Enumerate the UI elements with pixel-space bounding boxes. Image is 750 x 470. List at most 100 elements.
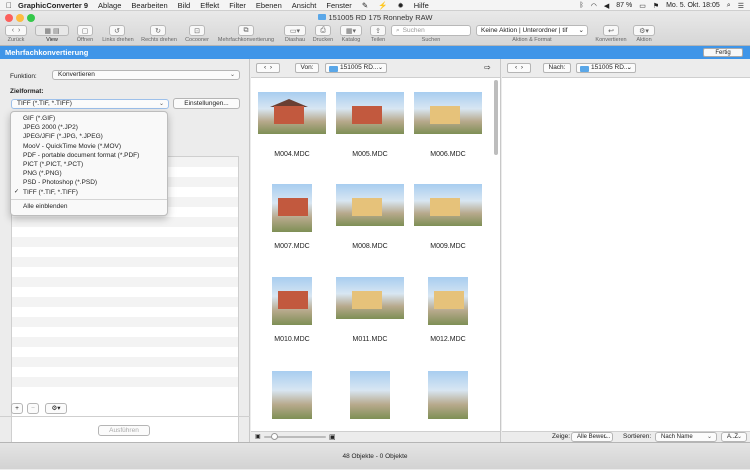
gear-menu-button[interactable]: ⚙▾: [45, 403, 67, 414]
status-fire-icon[interactable]: ✹: [397, 1, 403, 10]
thumbnail[interactable]: RAW: [336, 277, 404, 325]
menu-ablage[interactable]: Ablage: [98, 1, 121, 10]
list-row[interactable]: [12, 237, 238, 247]
zoom-slider-knob[interactable]: [271, 433, 278, 440]
thumbnail[interactable]: RAW: [414, 184, 482, 232]
chevron-left-icon[interactable]: ‹: [264, 64, 266, 71]
to-button[interactable]: Nach:: [543, 63, 571, 73]
menu-app-name[interactable]: GraphicConverter 9: [18, 1, 88, 10]
slideshow-button[interactable]: ▭▾: [284, 25, 306, 36]
list-row[interactable]: [12, 347, 238, 357]
menu-effekt[interactable]: Effekt: [200, 1, 219, 10]
status-script-icon[interactable]: ✎: [362, 1, 368, 10]
menu-bearbeiten[interactable]: Bearbeiten: [131, 1, 167, 10]
thumbnail[interactable]: RAW: [336, 371, 404, 419]
format-option-gif[interactable]: GIF (*.GIF): [11, 114, 167, 123]
format-option-pdf[interactable]: PDF - portable document format (*.PDF): [11, 151, 167, 160]
sort-select[interactable]: Nach Name ⌄: [655, 432, 717, 442]
list-row[interactable]: [12, 327, 238, 337]
from-button[interactable]: Von:: [295, 63, 319, 73]
format-option-tiff[interactable]: ✓ TIFF (*.TIF, *.TIFF): [11, 188, 167, 197]
rotate-left-button[interactable]: ↺: [109, 25, 125, 36]
apple-icon[interactable]: : [0, 1, 18, 10]
thumbnail[interactable]: RAW: [258, 92, 326, 140]
format-option-jpeg[interactable]: JPEG/JFIF (*.JPG, *.JPEG): [11, 132, 167, 141]
format-option-jp2[interactable]: JPEG 2000 (*.JP2): [11, 123, 167, 132]
function-select[interactable]: Konvertieren ⌄: [52, 70, 240, 80]
notification-icon[interactable]: ☰: [738, 2, 744, 10]
list-row[interactable]: [12, 367, 238, 377]
dest-back-forward[interactable]: ‹ ›: [507, 63, 531, 73]
batch-button[interactable]: ⧉: [238, 25, 254, 36]
spotlight-icon[interactable]: ⌕: [727, 2, 731, 10]
add-button[interactable]: +: [11, 403, 23, 414]
view-buttons[interactable]: ▦ ▤: [35, 25, 69, 36]
source-scrollbar[interactable]: [494, 80, 499, 440]
bluetooth-icon[interactable]: ᛒ: [580, 2, 584, 9]
menu-filter[interactable]: Filter: [229, 1, 246, 10]
thumbnail[interactable]: RAW: [258, 184, 326, 232]
list-row[interactable]: [12, 257, 238, 267]
thumbnail[interactable]: RAW: [414, 277, 482, 325]
menu-ansicht[interactable]: Ansicht: [292, 1, 317, 10]
list-view-icon[interactable]: ▤: [53, 27, 60, 35]
list-row[interactable]: [12, 267, 238, 277]
chevron-right-icon[interactable]: ›: [270, 64, 272, 71]
menu-bild[interactable]: Bild: [178, 1, 191, 10]
volume-icon[interactable]: ◀: [604, 2, 609, 10]
wifi-icon[interactable]: ◠: [591, 2, 597, 10]
chevron-left-icon[interactable]: ‹: [515, 64, 517, 71]
thumbnail[interactable]: RAW: [258, 371, 326, 419]
chevron-right-icon[interactable]: ›: [521, 64, 523, 71]
action-format-select[interactable]: Keine Aktion | Unterordner | tif ⌄: [476, 25, 588, 36]
list-row[interactable]: [12, 287, 238, 297]
chevron-left-icon[interactable]: ‹: [12, 27, 14, 34]
list-row[interactable]: [12, 357, 238, 367]
list-row[interactable]: [12, 307, 238, 317]
format-option-mov[interactable]: MooV - QuickTime Movie (*.MOV): [11, 142, 167, 151]
thumbnail[interactable]: RAW: [336, 92, 404, 140]
show-all-option[interactable]: Alle einblenden: [11, 202, 167, 211]
format-option-psd[interactable]: PSD - Photoshop (*.PSD): [11, 178, 167, 187]
list-row[interactable]: [12, 227, 238, 237]
convert-button[interactable]: ↩: [603, 25, 619, 36]
chevron-right-icon[interactable]: ›: [18, 27, 20, 34]
done-button[interactable]: Fertig: [703, 48, 743, 57]
run-button[interactable]: Ausführen: [98, 425, 150, 436]
rotate-right-button[interactable]: ↻: [150, 25, 166, 36]
format-option-pict[interactable]: PICT (*.PICT, *.PCT): [11, 160, 167, 169]
list-row[interactable]: [12, 337, 238, 347]
list-row[interactable]: [12, 277, 238, 287]
sort-order-select[interactable]: A..Z ⌄: [721, 432, 747, 442]
battery-icon[interactable]: ▭: [639, 2, 646, 10]
source-folder-select[interactable]: 151005 RD... ⌄: [325, 63, 387, 73]
small-image-icon[interactable]: ▣: [255, 433, 261, 440]
thumbnail[interactable]: RAW: [414, 371, 482, 419]
flag-icon[interactable]: ⚑: [653, 2, 659, 10]
scrollbar-thumb[interactable]: [494, 80, 498, 155]
menu-fenster[interactable]: Fenster: [326, 1, 351, 10]
cocoon-button[interactable]: ⊡: [189, 25, 205, 36]
thumbnail[interactable]: RAW: [414, 92, 482, 140]
catalog-button[interactable]: ▦▾: [340, 25, 362, 36]
back-forward-buttons[interactable]: ‹ ›: [5, 25, 27, 36]
list-row[interactable]: [12, 297, 238, 307]
thumbnail[interactable]: RAW: [258, 277, 326, 325]
status-bolt-icon[interactable]: ⚡: [378, 1, 387, 10]
rating-filter-select[interactable]: Alle Bewer... ⌄: [571, 432, 613, 442]
transfer-arrow-icon[interactable]: ⇨: [484, 63, 491, 72]
settings-button[interactable]: Einstellungen...: [173, 98, 240, 109]
list-row[interactable]: [12, 247, 238, 257]
menu-clock[interactable]: Mo. 5. Okt. 18:05: [666, 2, 720, 9]
thumbnail[interactable]: RAW: [336, 184, 404, 232]
list-row[interactable]: [12, 387, 238, 397]
remove-button[interactable]: −: [27, 403, 39, 414]
grid-view-icon[interactable]: ▦: [44, 27, 51, 35]
menu-hilfe[interactable]: Hilfe: [414, 1, 429, 10]
format-option-png[interactable]: PNG (*.PNG): [11, 169, 167, 178]
open-button[interactable]: ▢: [77, 25, 93, 36]
list-row[interactable]: [12, 217, 238, 227]
source-back-forward[interactable]: ‹ ›: [256, 63, 280, 73]
search-input[interactable]: ⌕ Suchen: [391, 25, 471, 36]
battery-percent[interactable]: 87 %: [616, 2, 632, 9]
